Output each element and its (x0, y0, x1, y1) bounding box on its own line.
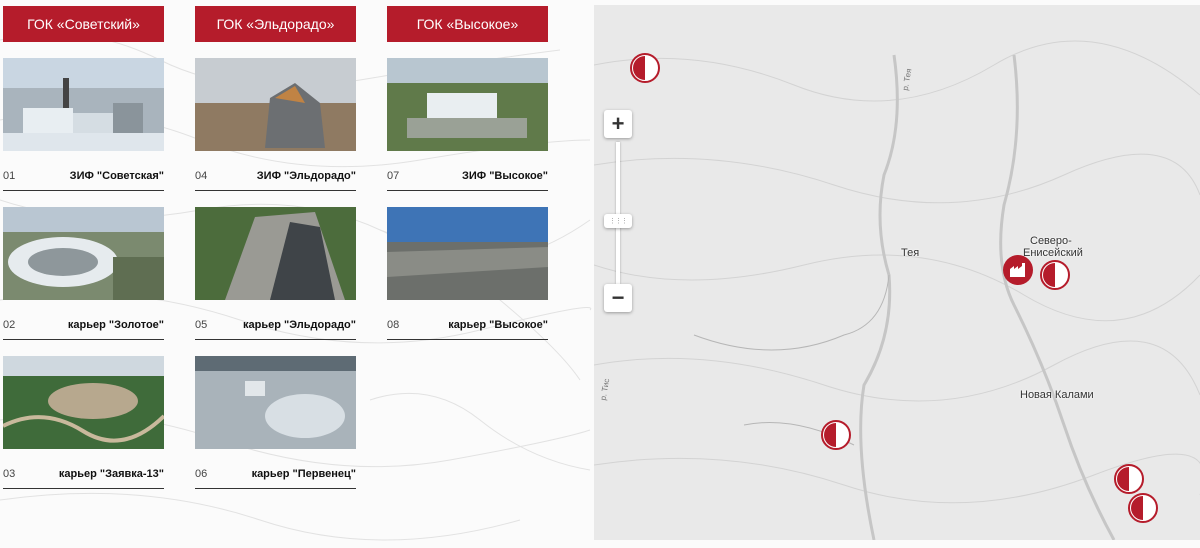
card-zif-sovetskaya[interactable]: 01 ЗИФ "Советская" (3, 58, 164, 191)
card-title: ЗИФ "Высокое" (461, 170, 548, 182)
card-caption: 05 карьер "Эльдорадо" (195, 300, 356, 340)
half-circle-marker-icon[interactable] (630, 53, 660, 83)
card-caption: 06 карьер "Первенец" (195, 449, 356, 489)
card-title: карьер "Высокое" (448, 319, 548, 331)
card-zif-vysokoe[interactable]: 07 ЗИФ "Высокое" (387, 58, 548, 191)
card-caption: 01 ЗИФ "Советская" (3, 151, 164, 191)
card-title: карьер "Заявка-13" (58, 468, 164, 480)
card-caption: 07 ЗИФ "Высокое" (387, 151, 548, 191)
column-sovetsky: ГОК «Советский» 01 ЗИФ "Советская" 02 ка… (3, 6, 164, 489)
zoom-slider-handle[interactable]: ⋮⋮⋮ (604, 214, 632, 228)
card-caption: 08 карьер "Высокое" (387, 300, 548, 340)
card-number: 02 (3, 319, 16, 331)
photo-zif-sovetskaya (3, 58, 164, 151)
card-title: карьер "Первенец" (251, 468, 356, 480)
card-title: ЗИФ "Советская" (69, 170, 164, 182)
card-karier-eldorado[interactable]: 05 карьер "Эльдорадо" (195, 207, 356, 340)
card-title: карьер "Золотое" (67, 319, 164, 331)
card-karier-pervenets[interactable]: 06 карьер "Первенец" (195, 356, 356, 489)
half-circle-marker-icon[interactable] (1114, 464, 1144, 494)
card-title: ЗИФ "Эльдорадо" (256, 170, 356, 182)
card-number: 06 (195, 468, 208, 480)
card-karier-vysokoe[interactable]: 08 карьер "Высокое" (387, 207, 548, 340)
card-number: 08 (387, 319, 400, 331)
zoom-slider-track[interactable] (616, 142, 620, 284)
map[interactable]: р. Тея р. Тис + ⋮⋮⋮ − Тея Северо- Енисей… (594, 5, 1200, 540)
place-label-novaya-kalami: Новая Калами (1020, 389, 1094, 401)
card-karier-zayavka-13[interactable]: 03 карьер "Заявка-13" (3, 356, 164, 489)
card-caption: 03 карьер "Заявка-13" (3, 449, 164, 489)
photo-karier-zolotoe (3, 207, 164, 300)
card-number: 05 (195, 319, 208, 331)
place-label-severo-1: Северо- (1030, 235, 1072, 247)
zoom-out-button[interactable]: − (604, 284, 632, 312)
card-number: 03 (3, 468, 16, 480)
photo-karier-eldorado (195, 207, 356, 300)
card-number: 01 (3, 170, 16, 182)
place-label-teya: Тея (901, 247, 920, 259)
photo-zif-eldorado (195, 58, 356, 151)
card-number: 07 (387, 170, 400, 182)
tab-gok-vysokoe[interactable]: ГОК «Высокое» (387, 6, 548, 42)
card-caption: 02 карьер "Золотое" (3, 300, 164, 340)
card-number: 04 (195, 170, 208, 182)
card-title: карьер "Эльдорадо" (243, 319, 356, 331)
card-caption: 04 ЗИФ "Эльдорадо" (195, 151, 356, 191)
photo-karier-zayavka-13 (3, 356, 164, 449)
card-karier-zolotoe[interactable]: 02 карьер "Золотое" (3, 207, 164, 340)
factory-marker-icon[interactable] (1003, 255, 1033, 285)
tab-gok-sovetsky[interactable]: ГОК «Советский» (3, 6, 164, 42)
column-vysokoe: ГОК «Высокое» 07 ЗИФ "Высокое" 08 карьер… (387, 6, 548, 340)
half-circle-marker-icon[interactable] (1040, 260, 1070, 290)
column-eldorado: ГОК «Эльдорадо» 04 ЗИФ "Эльдорадо" 05 ка… (195, 6, 356, 489)
tab-gok-eldorado[interactable]: ГОК «Эльдорадо» (195, 6, 356, 42)
photo-zif-vysokoe (387, 58, 548, 151)
zoom-in-button[interactable]: + (604, 110, 632, 138)
half-circle-marker-icon[interactable] (1128, 493, 1158, 523)
photo-karier-vysokoe (387, 207, 548, 300)
half-circle-marker-icon[interactable] (821, 420, 851, 450)
card-zif-eldorado[interactable]: 04 ЗИФ "Эльдорадо" (195, 58, 356, 191)
photo-karier-pervenets (195, 356, 356, 449)
map-terrain (594, 40, 1200, 540)
